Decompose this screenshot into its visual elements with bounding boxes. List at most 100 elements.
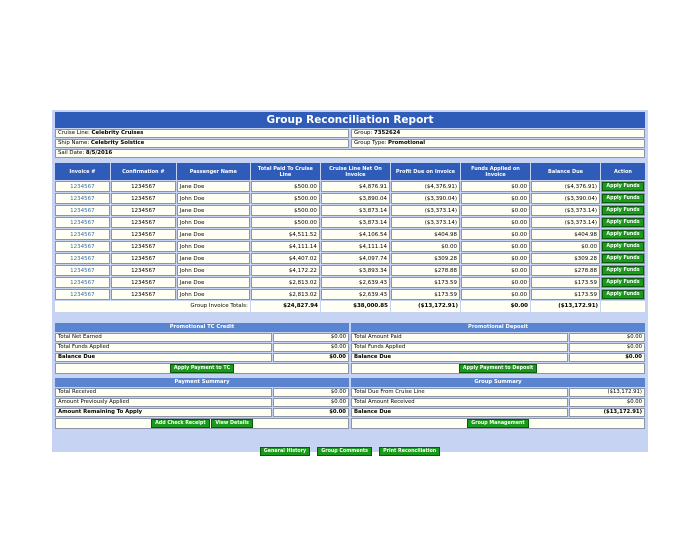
column-header: Balance Due <box>531 163 601 180</box>
apply-payment-to-deposit-button[interactable]: Apply Payment to Deposit <box>458 364 538 373</box>
print-reconciliation-button[interactable]: Print Reconciliation <box>379 447 441 456</box>
passenger-cell: John Doe <box>176 193 250 204</box>
confirmation-cell: 1234567 <box>110 289 176 300</box>
apply-funds-button[interactable]: Apply Funds <box>602 278 644 287</box>
paid-cell: $2,813.02 <box>250 289 320 300</box>
profit-cell: ($3,373.14) <box>390 217 460 228</box>
action-cell: Apply Funds <box>601 253 645 264</box>
action-cell: Apply Funds <box>601 277 645 288</box>
applied-cell: $0.00 <box>460 229 531 240</box>
balance-cell: $0.00 <box>531 241 601 252</box>
row-value: $0.00 <box>273 343 349 352</box>
apply-funds-button[interactable]: Apply Funds <box>602 242 644 251</box>
invoice-link[interactable]: 1234567 <box>55 265 110 276</box>
confirmation-cell: 1234567 <box>110 217 176 228</box>
applied-cell: $0.00 <box>460 277 531 288</box>
invoice-link[interactable]: 1234567 <box>55 277 110 288</box>
action-cell: Apply Funds <box>601 181 645 192</box>
summary-row: Total Funds Applied $0.00 <box>351 343 645 352</box>
button-bar: Apply Payment to Deposit <box>351 363 645 374</box>
confirmation-cell: 1234567 <box>110 181 176 192</box>
action-cell: Apply Funds <box>601 265 645 276</box>
invoice-link[interactable]: 1234567 <box>55 205 110 216</box>
profit-cell: ($4,376.91) <box>390 181 460 192</box>
applied-cell: $0.00 <box>460 181 531 192</box>
group-management-button[interactable]: Group Management <box>467 419 529 428</box>
totals-empty-cell <box>601 301 645 312</box>
apply-funds-button[interactable]: Apply Funds <box>602 206 644 215</box>
group-label: Group: <box>354 130 373 136</box>
group-comments-button[interactable]: Group Comments <box>317 447 373 456</box>
table-row: 1234567 1234567 John Doe $2,813.02 $2,63… <box>55 289 645 300</box>
apply-funds-button[interactable]: Apply Funds <box>602 266 644 275</box>
apply-funds-button[interactable]: Apply Funds <box>602 254 644 263</box>
net-cell: $3,873.14 <box>320 205 390 216</box>
invoice-link[interactable]: 1234567 <box>55 229 110 240</box>
add-check-receipt-button[interactable]: Add Check Receipt <box>151 419 210 428</box>
action-cell: Apply Funds <box>601 193 645 204</box>
applied-cell: $0.00 <box>460 217 531 228</box>
table-row: 1234567 1234567 John Doe $500.00 $3,873.… <box>55 217 645 228</box>
apply-funds-button[interactable]: Apply Funds <box>602 290 644 299</box>
apply-payment-to-tc-button[interactable]: Apply Payment to TC <box>169 364 235 373</box>
profit-cell: $0.00 <box>390 241 460 252</box>
invoice-table: Invoice # Confirmation # Passenger Name … <box>54 162 646 313</box>
general-history-button[interactable]: General History <box>259 447 311 456</box>
table-row: 1234567 1234567 Jane Doe $500.00 $4,876.… <box>55 181 645 192</box>
row-value: $0.00 <box>569 398 645 407</box>
confirmation-cell: 1234567 <box>110 277 176 288</box>
net-cell: $4,106.54 <box>320 229 390 240</box>
apply-funds-button[interactable]: Apply Funds <box>602 194 644 203</box>
invoice-link[interactable]: 1234567 <box>55 193 110 204</box>
invoice-link[interactable]: 1234567 <box>55 181 110 192</box>
passenger-cell: John Doe <box>176 265 250 276</box>
summary-row: Balance Due $0.00 <box>351 353 645 362</box>
row-value: ($13,172.91) <box>569 408 645 417</box>
row-value: $0.00 <box>569 353 645 362</box>
sail-date-value: 8/5/2016 <box>85 150 113 156</box>
apply-funds-button[interactable]: Apply Funds <box>602 182 644 191</box>
balance-cell: $173.59 <box>531 289 601 300</box>
paid-cell: $500.00 <box>250 205 320 216</box>
invoice-link[interactable]: 1234567 <box>55 217 110 228</box>
confirmation-cell: 1234567 <box>110 253 176 264</box>
action-cell: Apply Funds <box>601 241 645 252</box>
row-label: Amount Previously Applied <box>55 398 272 407</box>
paid-cell: $4,511.52 <box>250 229 320 240</box>
balance-cell: ($4,376.91) <box>531 181 601 192</box>
net-cell: $2,639.43 <box>320 277 390 288</box>
passenger-cell: John Doe <box>176 289 250 300</box>
column-header: Profit Due on Invoice <box>390 163 460 180</box>
action-cell: Apply Funds <box>601 229 645 240</box>
invoice-link[interactable]: 1234567 <box>55 289 110 300</box>
button-bar: Add Check Receipt View Details <box>55 418 349 429</box>
summary-row: Total Net Earned $0.00 <box>55 333 349 342</box>
net-cell: $3,873.14 <box>320 217 390 228</box>
cruise-line-label: Cruise Line: <box>58 130 90 136</box>
confirmation-cell: 1234567 <box>110 193 176 204</box>
table-row: 1234567 1234567 Jane Doe $4,407.02 $4,09… <box>55 253 645 264</box>
group-value: 7352624 <box>373 130 401 136</box>
row-value: $0.00 <box>273 408 349 417</box>
group-type-field: Group Type: Promotional <box>351 139 645 148</box>
passenger-cell: Jane Doe <box>176 229 250 240</box>
view-details-button[interactable]: View Details <box>211 419 253 428</box>
ship-field: Ship Name: Celebrity Solstice <box>55 139 349 148</box>
button-bar: Group Management <box>351 418 645 429</box>
apply-funds-button[interactable]: Apply Funds <box>602 230 644 239</box>
summary-row: Total Amount Received $0.00 <box>351 398 645 407</box>
invoice-link[interactable]: 1234567 <box>55 241 110 252</box>
total-paid: $24,827.94 <box>250 301 320 312</box>
table-header-row: Invoice # Confirmation # Passenger Name … <box>55 163 645 180</box>
group-field: Group: 7352624 <box>351 129 645 138</box>
apply-funds-button[interactable]: Apply Funds <box>602 218 644 227</box>
row-label: Total Due From Cruise Line <box>351 388 568 397</box>
summary-row: Balance Due ($13,172.91) <box>351 408 645 417</box>
invoice-link[interactable]: 1234567 <box>55 253 110 264</box>
profit-cell: $278.88 <box>390 265 460 276</box>
total-applied: $0.00 <box>460 301 531 312</box>
bottom-button-bar: General History Group Comments Print Rec… <box>52 437 648 456</box>
confirmation-cell: 1234567 <box>110 265 176 276</box>
promo-tc-credit-panel: Promotional TC Credit Total Net Earned $… <box>55 323 349 374</box>
balance-cell: $278.88 <box>531 265 601 276</box>
